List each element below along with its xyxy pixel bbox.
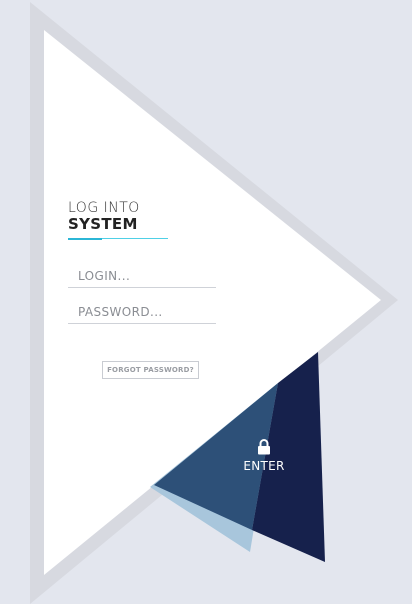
forgot-password-button[interactable]: FORGOT PASSWORD? — [102, 361, 199, 379]
enter-button[interactable]: ENTER — [236, 436, 292, 480]
login-screen: LOG INTO SYSTEM FORGOT PASSWORD? ENTER — [0, 0, 412, 604]
password-input[interactable] — [68, 300, 216, 324]
title-underline-accent — [68, 238, 102, 240]
lock-icon — [258, 439, 270, 455]
title-line-2: SYSTEM — [68, 215, 138, 233]
login-input[interactable] — [68, 264, 216, 288]
enter-label: ENTER — [243, 459, 285, 473]
